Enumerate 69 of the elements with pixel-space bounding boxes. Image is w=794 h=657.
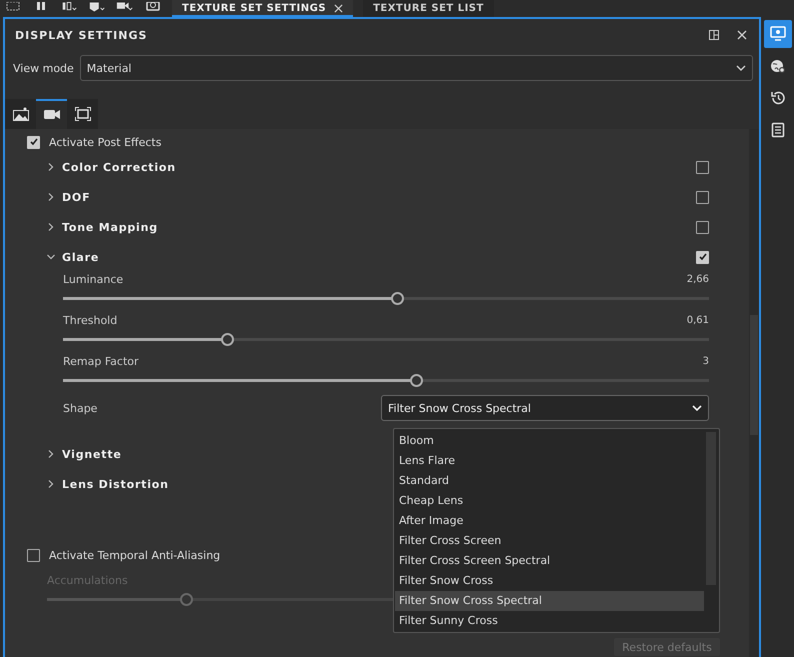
section-header[interactable]: Glare <box>27 242 709 272</box>
slider-value: 3 <box>702 356 709 366</box>
slider-label: Luminance <box>63 272 124 286</box>
dropdown-option[interactable]: Filter Sunny Cross <box>395 611 704 631</box>
dock-icon[interactable] <box>709 30 719 40</box>
checkbox-label: Activate Post Effects <box>49 136 162 148</box>
panel-tab[interactable]: TEXTURE SET SETTINGS <box>172 0 354 17</box>
side-tab[interactable] <box>764 20 792 48</box>
chevron-down-icon <box>736 65 746 71</box>
mode-tab[interactable] <box>67 99 98 129</box>
slider-value: 2,66 <box>686 274 709 284</box>
clipboard-icon <box>770 122 786 138</box>
toolbar-icon[interactable] <box>4 2 22 12</box>
slider-label: Threshold <box>63 314 118 326</box>
checkbox[interactable] <box>696 250 709 264</box>
scrollbar-thumb[interactable] <box>750 315 758 435</box>
slider-value: 0,61 <box>686 314 709 326</box>
video-camera-icon <box>44 107 60 121</box>
chevron-down-icon <box>692 405 702 411</box>
shape-dropdown[interactable]: Filter Snow Cross Spectral <box>381 395 709 421</box>
globe-icon <box>770 58 786 74</box>
dropdown-option[interactable]: Lens Flare <box>395 451 704 471</box>
slider[interactable] <box>63 374 709 387</box>
dropdown-option[interactable]: Filter Cross Screen Spectral <box>395 551 704 571</box>
slider[interactable] <box>63 333 709 346</box>
section-header[interactable]: Color Correction <box>27 152 709 182</box>
chevron-down-icon <box>47 253 55 261</box>
dropdown-option[interactable]: Bloom <box>395 431 704 451</box>
checkbox[interactable] <box>696 190 709 204</box>
checkbox[interactable] <box>27 548 40 562</box>
slider-label: Remap Factor <box>63 354 139 368</box>
dropdown-option[interactable]: Standard <box>395 471 704 491</box>
slider-thumb[interactable] <box>390 292 404 305</box>
dropdown-option[interactable]: Filter Snow Cross <box>395 571 704 591</box>
monitor-icon <box>770 26 786 42</box>
panel-title: DISPLAY SETTINGS <box>15 28 148 42</box>
mode-tab[interactable] <box>5 99 36 129</box>
dropdown-option[interactable]: After Image <box>395 511 704 531</box>
slider-thumb[interactable] <box>410 374 424 387</box>
slider[interactable] <box>63 292 709 305</box>
chevron-right-icon <box>47 223 55 231</box>
split-icon[interactable] <box>60 2 78 12</box>
chevron-right-icon <box>47 193 55 201</box>
checkbox[interactable] <box>696 220 709 234</box>
screenshot-icon[interactable] <box>144 2 162 12</box>
chevron-right-icon <box>47 163 55 171</box>
dropdown-option[interactable]: Cheap Lens <box>395 491 704 511</box>
checkbox[interactable] <box>27 136 40 148</box>
check-icon <box>28 137 38 147</box>
view-mode-label: View mode <box>13 62 74 74</box>
landscape-icon <box>12 107 28 121</box>
fullscreen-icon <box>74 107 90 121</box>
chevron-right-icon <box>47 450 55 458</box>
shape-label: Shape <box>63 402 98 414</box>
history-icon <box>770 90 786 106</box>
dropdown-option[interactable]: Filter Snow Cross Spectral <box>395 591 704 611</box>
section-header[interactable]: Tone Mapping <box>27 212 709 242</box>
check-icon <box>698 252 708 262</box>
chevron-right-icon <box>47 480 55 488</box>
section-header[interactable]: DOF <box>27 182 709 212</box>
view-mode-dropdown[interactable]: Material <box>80 55 753 81</box>
slider-thumb[interactable] <box>221 333 234 346</box>
panel-tab[interactable]: TEXTURE SET LIST <box>363 0 494 17</box>
camera-icon[interactable] <box>116 2 134 12</box>
close-icon[interactable] <box>334 4 344 13</box>
checkbox[interactable] <box>696 160 709 174</box>
checkbox-label: Activate Temporal Anti-Aliasing <box>49 548 220 562</box>
dropdown-option[interactable]: Filter Cross Screen <box>395 531 704 551</box>
close-icon[interactable] <box>737 30 747 40</box>
